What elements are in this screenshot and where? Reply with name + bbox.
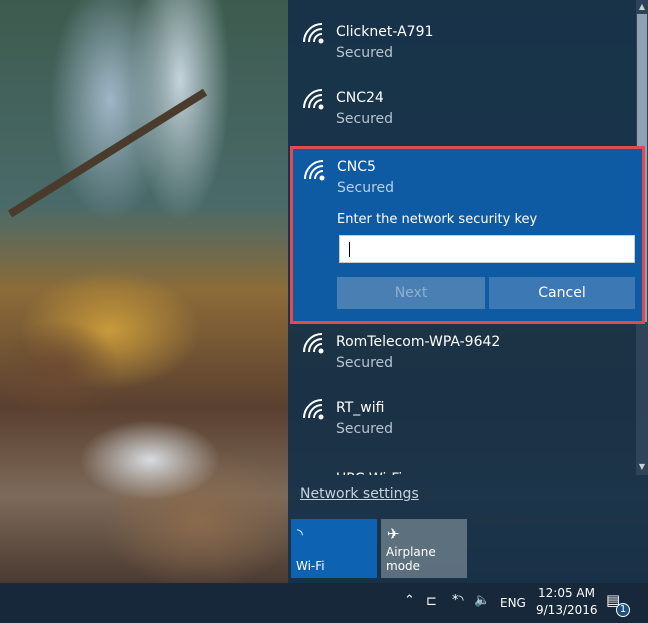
clock-date[interactable]: 9/13/2016: [536, 603, 598, 617]
network-status: Secured: [337, 180, 395, 196]
cancel-button[interactable]: Cancel: [489, 277, 635, 309]
power-icon[interactable]: ⊏: [426, 594, 437, 609]
network-item[interactable]: CNC24 Secured: [288, 66, 636, 132]
network-name: CNC24: [336, 90, 384, 106]
network-status: Secured: [336, 45, 394, 61]
network-item[interactable]: RT_wifi Secured: [288, 376, 636, 442]
wifi-icon: [304, 160, 325, 181]
wallpaper-log: [7, 88, 208, 218]
network-status: Secured: [336, 355, 394, 371]
network-item-partial[interactable]: UPC Wi-Fi: [336, 466, 536, 475]
scroll-down-icon[interactable]: ▼: [636, 462, 648, 471]
network-name: RT_wifi: [336, 400, 385, 416]
taskbar: ⌃ ⊏ *◝ 🔈 ENG 12:05 AM 9/13/2016 ▤ 1: [0, 583, 648, 623]
wifi-icon: [303, 399, 324, 420]
wifi-icon: [303, 333, 324, 354]
network-name: Clicknet-A791: [336, 24, 434, 40]
security-key-label: Enter the network security key: [337, 212, 538, 227]
tile-label: Airplane mode: [386, 545, 436, 573]
volume-icon[interactable]: 🔈: [474, 593, 490, 608]
text-caret: [349, 242, 350, 257]
security-key-input[interactable]: [339, 235, 635, 263]
network-name: CNC5: [337, 159, 376, 175]
wifi-icon: [303, 89, 324, 110]
network-name: RomTelecom-WPA-9642: [336, 334, 501, 350]
network-item[interactable]: Clicknet-A791 Secured: [288, 0, 636, 66]
tile-label: Wi-Fi: [296, 559, 325, 573]
wifi-tray-icon[interactable]: *◝: [452, 593, 464, 608]
airplane-mode-tile[interactable]: ✈ Airplane mode: [381, 519, 467, 578]
notification-badge: 1: [616, 603, 630, 617]
wifi-tile[interactable]: ◝ Wi-Fi: [291, 519, 377, 578]
language-indicator[interactable]: ENG: [500, 596, 526, 610]
network-status: Secured: [336, 111, 394, 127]
show-hidden-icons-icon[interactable]: ⌃: [404, 593, 415, 608]
next-button[interactable]: Next: [337, 277, 485, 309]
wifi-icon: ◝: [297, 525, 303, 543]
wifi-icon: [303, 23, 324, 44]
network-settings-link[interactable]: Network settings: [300, 486, 419, 502]
airplane-icon: ✈: [387, 525, 400, 543]
scroll-up-icon[interactable]: ▲: [636, 2, 648, 11]
selected-network[interactable]: CNC5 Secured Enter the network security …: [290, 146, 645, 324]
network-status: Secured: [336, 421, 394, 437]
clock-time[interactable]: 12:05 AM: [538, 586, 595, 600]
